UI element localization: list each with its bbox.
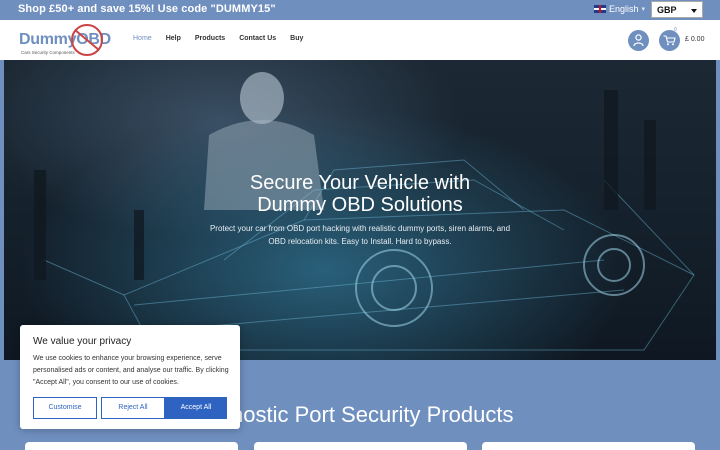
cookie-body-text: We use cookies to enhance your browsing … — [33, 355, 229, 386]
site-header: DummyOBD Cars Security Components Home H… — [0, 20, 720, 60]
cookie-title: We value your privacy — [33, 336, 132, 347]
language-selector[interactable]: English ▾ — [594, 4, 645, 14]
nav-products[interactable]: Products — [195, 35, 225, 42]
language-label: English — [609, 4, 639, 14]
main-nav: Home Help Products Contact Us Buy — [133, 35, 317, 42]
logo-tagline: Cars Security Components — [21, 50, 75, 55]
dropdown-caret-icon — [691, 9, 697, 13]
product-card[interactable] — [482, 442, 695, 450]
accept-all-button[interactable]: Accept All — [165, 397, 227, 419]
account-button[interactable] — [628, 30, 649, 51]
nav-buy[interactable]: Buy — [290, 35, 303, 42]
logo[interactable]: DummyOBD Cars Security Components — [19, 23, 114, 57]
nav-help[interactable]: Help — [166, 35, 181, 42]
chevron-down-icon: ▾ — [641, 6, 646, 13]
promo-text: Shop £50+ and save 15%! Use code "DUMMY1… — [18, 3, 276, 15]
nav-home[interactable]: Home — [133, 35, 152, 42]
cart-button[interactable] — [659, 30, 680, 51]
product-card[interactable] — [254, 442, 467, 450]
hero-subtitle: Protect your car from OBD port hacking w… — [209, 224, 511, 246]
cookie-consent-banner: We value your privacy We use cookies to … — [20, 325, 240, 429]
nav-contact-us[interactable]: Contact Us — [239, 35, 276, 42]
uk-flag-icon — [594, 5, 606, 13]
cart-total[interactable]: £ 0.00 — [685, 36, 704, 43]
currency-select[interactable]: GBP — [651, 1, 703, 18]
cart-count-badge: 0 — [674, 27, 677, 33]
hero-banner: Secure Your Vehicle with Dummy OBD Solut… — [4, 60, 716, 360]
reject-all-button[interactable]: Reject All — [101, 397, 165, 419]
user-icon — [633, 34, 644, 47]
product-card[interactable] — [25, 442, 238, 450]
promo-bar: Shop £50+ and save 15%! Use code "DUMMY1… — [0, 0, 720, 20]
cart-icon — [663, 35, 676, 46]
currency-value: GBP — [657, 5, 677, 15]
customise-button[interactable]: Customise — [33, 397, 97, 419]
hero-title: Secure Your Vehicle with Dummy OBD Solut… — [249, 172, 471, 216]
